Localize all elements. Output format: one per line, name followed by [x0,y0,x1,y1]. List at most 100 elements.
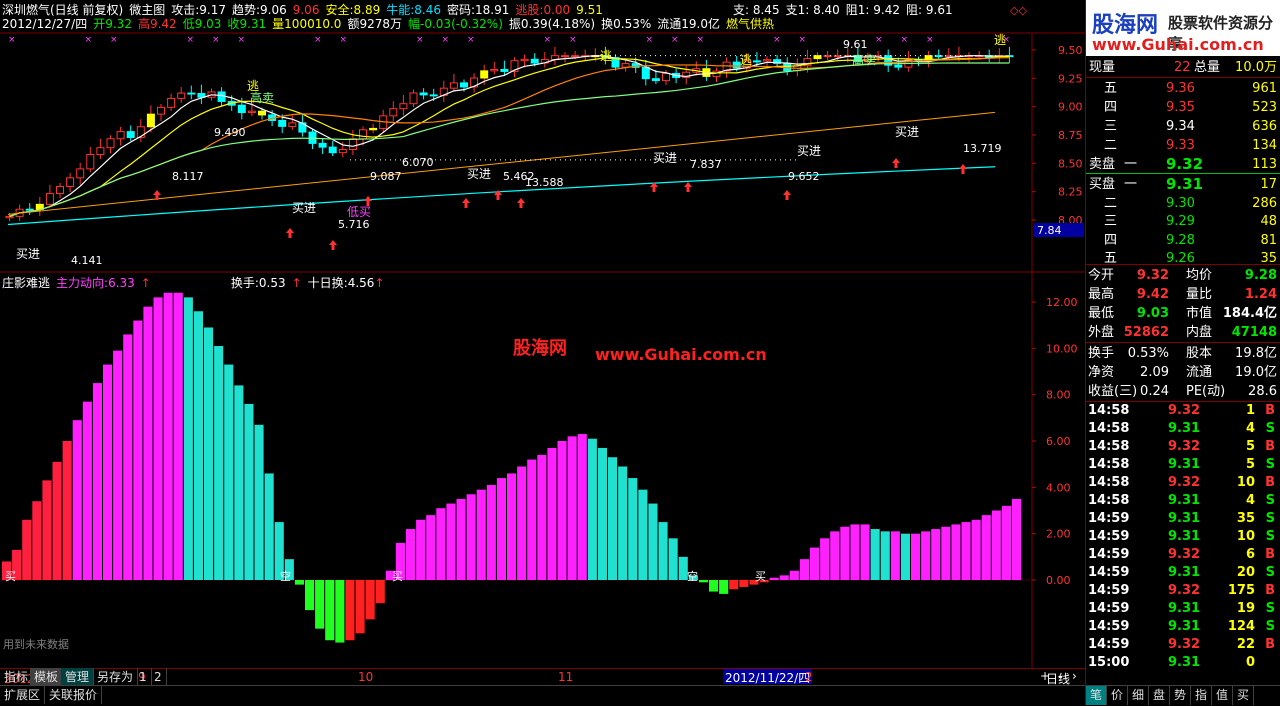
indicator-bar [941,526,951,580]
indicator-bar [507,473,517,580]
price-tick-label: 9.00 [1058,101,1083,114]
ask-volume: 636 [1252,119,1277,134]
stat-label: 量比 [1186,287,1213,302]
indicator-bar [133,320,143,580]
candle-body [934,55,943,58]
logo: 股海网 股票软件资源分享 www.Guhai.com.cn [1086,0,1280,56]
indicator-bar [406,529,416,580]
buy-arrow-icon [892,158,900,168]
zoom-out-icon[interactable]: - [1058,669,1062,683]
price-label: 9.087 [370,170,402,183]
indicator-bar [436,508,446,580]
tick-row: 14:59 9.32 6 B [1086,546,1280,564]
indicator-bar [214,346,224,580]
marker-x: × [314,35,322,45]
tick-side: S [1265,457,1275,472]
indicator-bar [577,434,587,580]
indicator-bar [72,420,82,580]
indicator-buy_short: 买 [5,570,16,583]
tick-time: 15:00 [1088,655,1130,670]
chart-area[interactable]: 9.50 9.25 9.00 8.75 8.50 8.25 8.00 7.84 12.00 10.… [0,0,1085,685]
indicator-tick-label: 8.00 [1046,389,1071,402]
annotation-escape: 逃 [740,53,752,67]
up-arrow-icon: ↑ [291,276,302,290]
indicator-bar [648,503,658,580]
quote-panel: 股海网 股票软件资源分享 www.Guhai.com.cn 现量 22 总量 10.0… [1085,0,1280,705]
close-label: 收 [227,17,240,31]
tab-template[interactable]: 模板 [30,668,64,686]
diamond-icon[interactable]: ◇◇ [1010,4,1027,17]
tab-save-as[interactable]: 另存为 [93,668,139,686]
indicator-bar [315,580,325,629]
indicator-bar [476,489,486,580]
candle-body [651,78,660,82]
marker-x: × [799,35,807,45]
tab-2[interactable]: 2 [150,668,167,686]
panel-tab[interactable]: 势 [1170,686,1191,705]
panel-tab[interactable]: 价 [1107,686,1128,705]
indicator-bar [769,577,779,580]
tick-side: S [1265,619,1275,634]
stat-label: 今开 [1088,268,1115,283]
attack-label: 攻击: [171,3,200,17]
total-label: 总量 [1194,60,1221,75]
ohlc-header: 2012/12/27/四 开 9.32 高 9.42 低 9.03 收 9.31 量 10… [2,17,774,31]
tick-row: 14:59 9.32 22 B [1086,636,1280,654]
candle-body [56,185,64,195]
annotation-escape: 逃 [247,79,259,93]
marker-x: × [8,35,16,45]
indicator-tick-label: 12.00 [1046,296,1078,309]
annotation-sell_high: 高卖 [852,52,876,67]
tick-price: 9.31 [1168,565,1201,580]
indicator-bar [264,473,274,580]
float-value: 19.0亿 [681,17,720,31]
panel-tab[interactable]: 笔 [1086,686,1107,705]
tab-related-quote[interactable]: 关联报价 [45,686,103,704]
stat-label: 市值 [1186,306,1213,321]
panel-tab[interactable]: 盘 [1149,686,1170,705]
ten-day-value: 4.56 [347,276,375,290]
tick-volume: 1 [1245,403,1255,418]
stat-label: PE(动) [1186,384,1226,399]
marker-x: × [187,35,195,45]
indicator-bar [113,350,123,580]
tab-extension[interactable]: 扩展区 [0,686,46,704]
annotation-buy: 买进 [895,125,919,139]
tab-indicator[interactable]: 指标 [0,668,34,686]
panel-tab[interactable]: 细 [1128,686,1149,705]
tick-side: S [1265,565,1275,580]
bid-row: 二 9.30 286 [1086,194,1280,213]
price-label: 6.070 [402,156,434,169]
indicator-buy_short: 买 [755,570,766,583]
indicator-bar [466,494,476,580]
bid-row: 四 9.28 81 [1086,231,1280,250]
ma5-line [9,55,1010,217]
indicator-bar [698,580,708,583]
ask-row: 四 9.35 523 [1086,98,1280,117]
tick-row: 14:58 9.31 5 S [1086,456,1280,474]
tab-manage[interactable]: 管理 [61,668,95,686]
candle-body [146,113,155,128]
tick-volume: 0 [1245,655,1255,670]
panel-tab[interactable]: 买 [1233,686,1254,705]
indicator-bar [840,526,850,580]
stat-value: 0.24 [1140,384,1169,399]
candle-body [359,129,367,140]
candle-body [167,97,176,108]
panel-tab[interactable]: 指 [1191,686,1212,705]
tick-side: S [1265,529,1275,544]
cur-vol-label: 现量 [1089,60,1116,75]
up-arrow-icon: ↑ [374,276,385,290]
scroll-right-icon[interactable]: › [1072,669,1077,683]
ask-volume: 113 [1252,157,1277,172]
indicator-name[interactable]: 庄影难逃 [2,276,50,290]
marker-x: × [773,35,781,45]
indicator-bar [123,334,133,580]
stat-row: 最低 9.03 市值 184.4亿 [1086,304,1280,323]
panel-tab[interactable]: 值 [1212,686,1233,705]
bid-price: 9.28 [1166,232,1195,248]
indicator-bar [305,580,315,611]
zoom-in-icon[interactable]: + [1040,669,1050,683]
tick-row: 14:59 9.31 124 S [1086,618,1280,636]
template-name[interactable]: 微主图 [129,3,165,17]
